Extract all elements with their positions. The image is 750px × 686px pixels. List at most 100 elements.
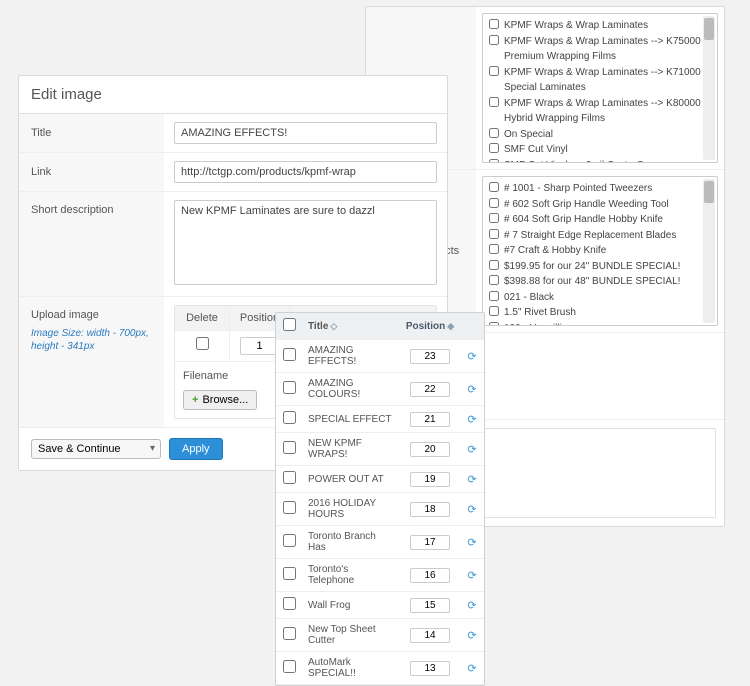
refresh-icon[interactable]: ⟳ xyxy=(467,537,476,549)
product-checkbox[interactable] xyxy=(489,182,499,192)
row-title[interactable]: NEW KPMF WRAPS! xyxy=(302,433,400,465)
row-checkbox[interactable] xyxy=(283,534,296,547)
product-checkbox[interactable] xyxy=(489,291,499,301)
category-item[interactable]: KPMF Wraps & Wrap Laminates --> K71000 S… xyxy=(489,65,711,96)
row-position-input[interactable] xyxy=(410,661,450,676)
header-position-cell[interactable]: Position◆ xyxy=(400,318,460,335)
row-checkbox[interactable] xyxy=(283,348,296,361)
row-checkbox[interactable] xyxy=(283,660,296,673)
related-categories-list[interactable]: KPMF Wraps & Wrap LaminatesKPMF Wraps & … xyxy=(482,13,718,163)
category-checkbox[interactable] xyxy=(489,159,499,164)
header-checkbox-cell xyxy=(276,313,302,339)
link-input[interactable] xyxy=(174,161,437,183)
row-position-input[interactable] xyxy=(410,412,450,427)
refresh-icon[interactable]: ⟳ xyxy=(467,384,476,396)
product-checkbox[interactable] xyxy=(489,322,499,327)
category-checkbox[interactable] xyxy=(489,19,499,29)
category-checkbox[interactable] xyxy=(489,128,499,138)
category-checkbox[interactable] xyxy=(489,35,499,45)
row-position-input[interactable] xyxy=(410,535,450,550)
refresh-icon[interactable]: ⟳ xyxy=(467,630,476,642)
product-item[interactable]: #7 Craft & Hobby Knife xyxy=(489,243,711,259)
row-checkbox[interactable] xyxy=(283,567,296,580)
category-checkbox[interactable] xyxy=(489,66,499,76)
browse-button[interactable]: + Browse... xyxy=(183,390,257,410)
product-item[interactable]: # 604 Soft Grip Handle Hobby Knife xyxy=(489,212,711,228)
row-title[interactable]: Toronto's Telephone xyxy=(302,559,400,591)
row-checkbox[interactable] xyxy=(283,597,296,610)
row-title[interactable]: 2016 HOLIDAY HOURS xyxy=(302,493,400,525)
row-title[interactable]: AMAZING COLOURS! xyxy=(302,373,400,405)
product-item[interactable]: 021 - Black xyxy=(489,290,711,306)
select-all-checkbox[interactable] xyxy=(283,318,296,331)
row-title[interactable]: SPECIAL EFFECT xyxy=(302,409,400,430)
row-position-input[interactable] xyxy=(410,349,450,364)
refresh-icon[interactable]: ⟳ xyxy=(467,570,476,582)
product-item[interactable]: # 602 Soft Grip Handle Weeding Tool xyxy=(489,197,711,213)
product-checkbox[interactable] xyxy=(489,198,499,208)
refresh-icon[interactable]: ⟳ xyxy=(467,414,476,426)
row-checkbox[interactable] xyxy=(283,471,296,484)
row-position-input[interactable] xyxy=(410,628,450,643)
scrollbar[interactable] xyxy=(703,16,715,160)
apply-button[interactable]: Apply xyxy=(169,438,223,460)
category-item[interactable]: SMF Cut Vinyl xyxy=(489,142,711,158)
row-title[interactable]: POWER OUT AT xyxy=(302,469,400,490)
scrollbar[interactable] xyxy=(703,179,715,323)
scroll-thumb[interactable] xyxy=(704,181,714,203)
product-checkbox[interactable] xyxy=(489,275,499,285)
row-checkbox[interactable] xyxy=(283,501,296,514)
row-position-input[interactable] xyxy=(410,568,450,583)
row-title[interactable]: Toronto Branch Has xyxy=(302,526,400,558)
category-item[interactable]: KPMF Wraps & Wrap Laminates --> K75000 P… xyxy=(489,34,711,65)
row-checkbox[interactable] xyxy=(283,411,296,424)
desc-textarea[interactable]: New KPMF Laminates are sure to dazzl xyxy=(174,200,437,285)
row-title[interactable]: New Top Sheet Cutter xyxy=(302,619,400,651)
product-item[interactable]: $199.95 for our 24" BUNDLE SPECIAL! xyxy=(489,259,711,275)
product-checkbox[interactable] xyxy=(489,213,499,223)
refresh-icon[interactable]: ⟳ xyxy=(467,351,476,363)
row-title[interactable]: AutoMark SPECIAL!! xyxy=(302,652,400,684)
product-checkbox[interactable] xyxy=(489,260,499,270)
product-checkbox[interactable] xyxy=(489,229,499,239)
category-item[interactable]: KPMF Wraps & Wrap Laminates --> K80000 H… xyxy=(489,96,711,127)
refresh-icon[interactable]: ⟳ xyxy=(467,444,476,456)
delete-checkbox[interactable] xyxy=(196,337,209,350)
row-position-input[interactable] xyxy=(410,598,450,613)
product-item[interactable]: 1.5" Rivet Brush xyxy=(489,305,711,321)
row-position-input[interactable] xyxy=(410,472,450,487)
product-item[interactable]: # 7 Straight Edge Replacement Blades xyxy=(489,228,711,244)
row-checkbox[interactable] xyxy=(283,627,296,640)
category-item[interactable]: SMF Cut Vinyl --> 2mil Cast - Opaque xyxy=(489,158,711,164)
header-title-cell[interactable]: Title◇ xyxy=(302,316,400,337)
browse-label: Browse... xyxy=(202,394,248,406)
row-position-input[interactable] xyxy=(410,502,450,517)
row-checkbox[interactable] xyxy=(283,381,296,394)
category-item[interactable]: KPMF Wraps & Wrap Laminates xyxy=(489,18,711,34)
position-input[interactable] xyxy=(240,337,280,355)
refresh-icon[interactable]: ⟳ xyxy=(467,504,476,516)
row-position-input[interactable] xyxy=(410,382,450,397)
product-item[interactable]: 100 - Vermillion xyxy=(489,321,711,327)
product-checkbox[interactable] xyxy=(489,306,499,316)
refresh-icon[interactable]: ⟳ xyxy=(467,663,476,675)
product-item[interactable]: # 1001 - Sharp Pointed Tweezers xyxy=(489,181,711,197)
refresh-icon[interactable]: ⟳ xyxy=(467,474,476,486)
row-position-input[interactable] xyxy=(410,442,450,457)
row-checkbox-cell xyxy=(276,622,302,648)
product-checkbox[interactable] xyxy=(489,244,499,254)
category-checkbox[interactable] xyxy=(489,97,499,107)
row-title[interactable]: AMAZING EFFECTS! xyxy=(302,340,400,372)
category-checkbox[interactable] xyxy=(489,143,499,153)
row-checkbox[interactable] xyxy=(283,441,296,454)
title-label: Title xyxy=(19,114,164,152)
refresh-icon[interactable]: ⟳ xyxy=(467,600,476,612)
row-title[interactable]: Wall Frog xyxy=(302,595,400,616)
related-products-list[interactable]: # 1001 - Sharp Pointed Tweezers# 602 Sof… xyxy=(482,176,718,326)
action-select[interactable]: Save & Continue xyxy=(31,439,161,459)
scroll-thumb[interactable] xyxy=(704,18,714,40)
title-input[interactable] xyxy=(174,122,437,144)
product-item[interactable]: $398.88 for our 48" BUNDLE SPECIAL! xyxy=(489,274,711,290)
delete-header: Delete xyxy=(175,306,230,330)
category-item[interactable]: On Special xyxy=(489,127,711,143)
